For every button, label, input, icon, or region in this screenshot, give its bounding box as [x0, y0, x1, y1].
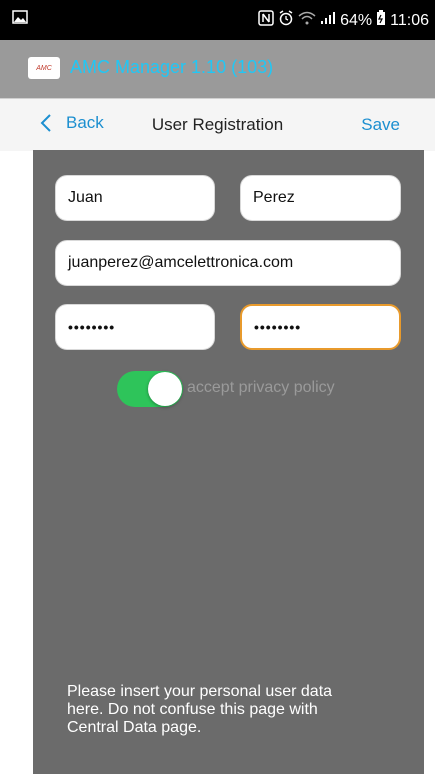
- signal-icon: [320, 11, 336, 30]
- battery-icon: [376, 10, 386, 31]
- nfc-icon: [258, 10, 274, 31]
- nav-bar: Back User Registration Save: [0, 98, 435, 151]
- toggle-knob: [148, 372, 182, 406]
- first-name-value: Juan: [68, 189, 103, 206]
- battery-percentage: 64%: [340, 11, 373, 29]
- last-name-value: Perez: [253, 189, 295, 206]
- password-field[interactable]: ••••••••: [55, 304, 215, 350]
- app-bar: AMC AMC Manager 1.10 (103): [0, 40, 435, 98]
- screen: 64% 11:06 AMC AMC Manager 1.10 (103) Bac…: [0, 0, 435, 774]
- confirm-password-value: ••••••••: [254, 319, 302, 335]
- last-name-field[interactable]: Perez: [240, 175, 401, 221]
- confirm-password-field[interactable]: ••••••••: [240, 304, 401, 350]
- status-indicators: 64% 11:06: [258, 10, 429, 31]
- clock: 11:06: [390, 11, 429, 29]
- first-name-field[interactable]: Juan: [55, 175, 215, 221]
- status-bar: 64% 11:06: [0, 0, 435, 40]
- privacy-label: accept privacy policy: [187, 379, 335, 396]
- password-value: ••••••••: [68, 319, 116, 335]
- email-value: juanperez@amcelettronica.com: [68, 254, 294, 271]
- gallery-icon: [12, 10, 28, 29]
- wifi-icon: [298, 11, 316, 30]
- alarm-icon: [278, 10, 294, 31]
- app-logo: AMC: [28, 57, 60, 79]
- app-title: AMC Manager 1.10 (103): [70, 57, 274, 77]
- email-field[interactable]: juanperez@amcelettronica.com: [55, 240, 401, 286]
- save-button[interactable]: Save: [361, 115, 400, 135]
- privacy-toggle[interactable]: [117, 371, 183, 407]
- info-text: Please insert your personal user data he…: [67, 683, 333, 736]
- registration-form: Juan Perez juanperez@amcelettronica.com …: [33, 150, 424, 774]
